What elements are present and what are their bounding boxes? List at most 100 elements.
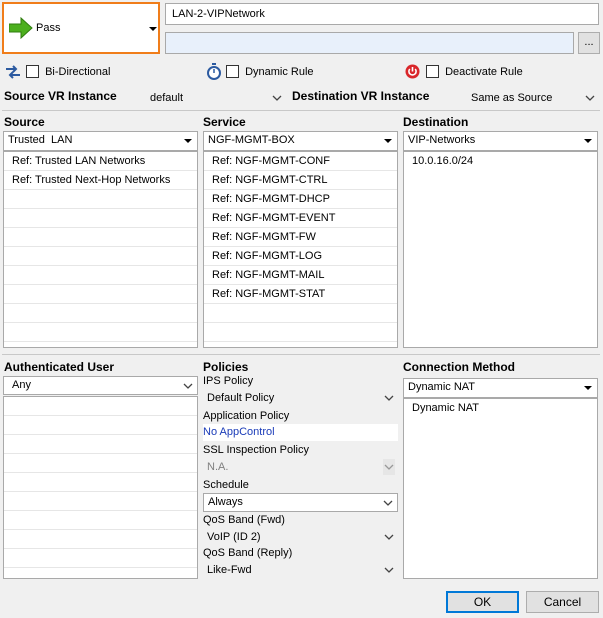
destination-list[interactable]: 10.0.16.0/24 xyxy=(403,151,598,348)
destination-vr-instance-value: Same as Source xyxy=(471,92,553,104)
list-item[interactable]: Ref: NGF-MGMT-LOG xyxy=(204,247,397,266)
chevron-down-icon xyxy=(149,27,157,31)
list-item[interactable]: Ref: NGF-MGMT-STAT xyxy=(204,285,397,304)
ssl-inspection-policy-value: N.A. xyxy=(207,461,229,473)
ssl-inspection-policy-label: SSL Inspection Policy xyxy=(203,444,309,456)
bidirectional-check-box[interactable] xyxy=(26,65,39,78)
chevron-down-icon xyxy=(582,132,594,150)
source-selected-value: Trusted LAN xyxy=(8,134,73,146)
authenticated-user-value: Any xyxy=(12,379,31,391)
policies-label: Policies xyxy=(203,360,249,374)
list-item[interactable]: Ref: NGF-MGMT-MAIL xyxy=(204,266,397,285)
bidirectional-arrows-icon xyxy=(6,65,20,79)
connection-method-list[interactable]: Dynamic NAT xyxy=(403,398,598,579)
list-item[interactable]: Dynamic NAT xyxy=(404,399,597,418)
chevron-down-icon xyxy=(383,390,395,406)
list-item xyxy=(4,492,197,511)
application-policy-field[interactable]: No AppControl xyxy=(203,424,398,441)
list-item xyxy=(4,435,197,454)
green-arrow-right-icon xyxy=(9,17,33,39)
destination-vr-instance-label: Destination VR Instance xyxy=(292,89,430,103)
list-item[interactable]: Ref: Trusted Next-Hop Networks xyxy=(4,171,197,190)
divider xyxy=(2,110,600,111)
stopwatch-icon xyxy=(207,63,221,80)
schedule-label: Schedule xyxy=(203,479,249,491)
chevron-down-icon xyxy=(182,377,194,394)
deactivate-rule-checkbox[interactable]: Deactivate Rule xyxy=(426,65,523,78)
rule-name-input[interactable]: LAN-2-VIPNetwork xyxy=(165,3,599,25)
list-item xyxy=(4,304,197,323)
application-policy-label: Application Policy xyxy=(203,410,290,422)
list-item xyxy=(4,190,197,209)
action-selector[interactable]: Pass xyxy=(2,2,160,54)
service-select[interactable]: NGF-MGMT-BOX xyxy=(203,131,398,151)
list-item xyxy=(4,454,197,473)
schedule-select[interactable]: Always xyxy=(203,493,398,512)
list-item xyxy=(4,323,197,342)
list-item xyxy=(4,266,197,285)
list-item xyxy=(4,285,197,304)
list-item xyxy=(4,473,197,492)
application-policy-link[interactable]: No AppControl xyxy=(203,426,275,438)
list-item[interactable]: 10.0.16.0/24 xyxy=(404,152,597,171)
authenticated-user-list[interactable] xyxy=(3,396,198,579)
action-label: Pass xyxy=(36,22,61,34)
source-vr-instance-label: Source VR Instance xyxy=(4,89,117,103)
ips-policy-value: Default Policy xyxy=(207,392,275,404)
ok-button-label: OK xyxy=(473,595,492,609)
authenticated-user-select[interactable]: Any xyxy=(3,376,198,395)
list-item xyxy=(4,416,197,435)
chevron-down-icon xyxy=(584,90,596,106)
connection-method-select[interactable]: Dynamic NAT xyxy=(403,378,598,398)
deactivate-rule-label: Deactivate Rule xyxy=(445,65,523,78)
list-item xyxy=(204,304,397,323)
list-item[interactable]: Ref: NGF-MGMT-CTRL xyxy=(204,171,397,190)
destination-label: Destination xyxy=(403,115,469,129)
source-select[interactable]: Trusted LAN xyxy=(3,131,198,151)
chevron-down-icon xyxy=(382,132,394,150)
cancel-button[interactable]: Cancel xyxy=(526,591,599,613)
ips-policy-select[interactable]: Default Policy xyxy=(203,390,398,406)
qos-band-fwd-select[interactable]: VoIP (ID 2) xyxy=(203,529,398,545)
list-item xyxy=(4,228,197,247)
chevron-down-icon xyxy=(182,132,194,150)
more-button-label: ... xyxy=(584,36,594,48)
qos-band-reply-label: QoS Band (Reply) xyxy=(203,547,293,559)
list-item xyxy=(4,397,197,416)
chevron-down-icon xyxy=(382,494,394,511)
qos-band-reply-value: Like-Fwd xyxy=(207,564,252,576)
list-item[interactable]: Ref: NGF-MGMT-FW xyxy=(204,228,397,247)
list-item[interactable]: Ref: NGF-MGMT-EVENT xyxy=(204,209,397,228)
cancel-button-label: Cancel xyxy=(543,595,582,609)
rule-description-input[interactable] xyxy=(165,32,574,54)
chevron-down-icon xyxy=(582,379,594,397)
chevron-down-icon xyxy=(383,529,395,545)
destination-vr-instance-select[interactable]: Same as Source xyxy=(467,90,599,106)
qos-band-reply-select[interactable]: Like-Fwd xyxy=(203,562,398,578)
qos-band-fwd-value: VoIP (ID 2) xyxy=(207,531,261,543)
source-vr-instance-value: default xyxy=(150,92,184,104)
divider xyxy=(2,354,600,355)
list-item[interactable]: Ref: NGF-MGMT-CONF xyxy=(204,152,397,171)
connection-method-label: Connection Method xyxy=(403,360,515,374)
deactivate-rule-check-box[interactable] xyxy=(426,65,439,78)
dynamic-rule-check-box[interactable] xyxy=(226,65,239,78)
qos-band-fwd-label: QoS Band (Fwd) xyxy=(203,514,285,526)
chevron-down-icon xyxy=(383,459,395,475)
source-vr-instance-select[interactable]: default xyxy=(146,90,286,106)
service-list[interactable]: Ref: NGF-MGMT-CONF Ref: NGF-MGMT-CTRL Re… xyxy=(203,151,398,348)
dynamic-rule-checkbox[interactable]: Dynamic Rule xyxy=(226,65,314,78)
power-icon xyxy=(405,64,420,79)
list-item xyxy=(4,549,197,568)
dynamic-rule-label: Dynamic Rule xyxy=(245,65,314,78)
bidirectional-checkbox[interactable]: Bi-Directional xyxy=(26,65,110,78)
destination-select[interactable]: VIP-Networks xyxy=(403,131,598,151)
list-item xyxy=(4,530,197,549)
list-item[interactable]: Ref: Trusted LAN Networks xyxy=(4,152,197,171)
source-list[interactable]: Ref: Trusted LAN Networks Ref: Trusted N… xyxy=(3,151,198,348)
service-label: Service xyxy=(203,115,246,129)
list-item[interactable]: Ref: NGF-MGMT-DHCP xyxy=(204,190,397,209)
chevron-down-icon xyxy=(383,562,395,578)
ok-button[interactable]: OK xyxy=(446,591,519,613)
more-button[interactable]: ... xyxy=(578,32,600,54)
